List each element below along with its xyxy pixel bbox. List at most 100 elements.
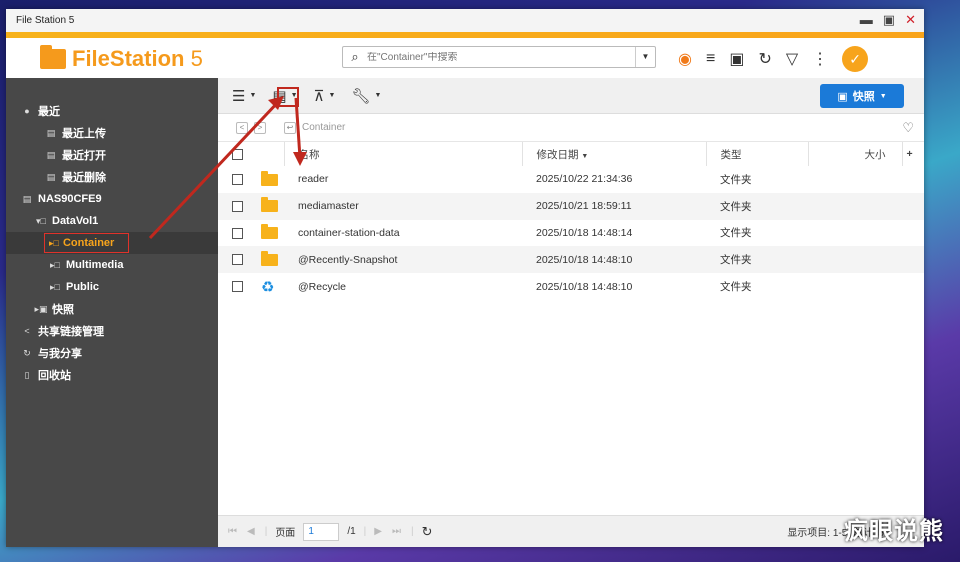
- camera-icon: ▣: [837, 90, 848, 103]
- list-view-icon: ☰: [232, 87, 246, 105]
- column-modified-header[interactable]: 修改日期 ▼: [521, 142, 706, 166]
- file-name[interactable]: @Recently-Snapshot: [284, 246, 522, 273]
- filter-icon[interactable]: ▽: [786, 49, 798, 69]
- refresh-icon[interactable]: ↻: [758, 49, 771, 69]
- table-row[interactable]: container-station-data 2025/10/18 14:48:1…: [218, 220, 924, 247]
- folder-icon: [261, 197, 278, 213]
- close-button[interactable]: ✕: [905, 12, 916, 28]
- parent-folder-button[interactable]: ↩: [284, 121, 296, 134]
- row-checkbox[interactable]: [232, 174, 243, 185]
- file-size: [808, 220, 902, 247]
- folder-icon: [261, 170, 278, 186]
- snapshot-button[interactable]: ▣ 快照 ▼: [820, 84, 904, 108]
- row-select-cell: [218, 193, 284, 220]
- tools-button[interactable]: 🔧︎ ▼: [351, 87, 381, 105]
- refresh-icon[interactable]: ↻: [422, 524, 433, 540]
- sidebar-item-recycle-bin[interactable]: ▯ 回收站: [6, 364, 218, 386]
- search-dropdown-button[interactable]: ▼: [635, 47, 655, 67]
- row-checkbox[interactable]: [232, 281, 243, 293]
- search-box[interactable]: ⌕ ▼: [342, 46, 656, 68]
- table-header-row: 名称 修改日期 ▼ 类型 大小 +: [218, 142, 924, 166]
- sidebar: ● 最近 ▤ 最近上传 ▤ 最近打开 ▤ 最近删除 ▤ NAS90CFE9 ▾□ DataV…: [6, 78, 218, 547]
- view-mode-button[interactable]: ☰ ▼: [232, 87, 256, 105]
- forward-button[interactable]: >: [254, 121, 266, 134]
- remote-mount-icon[interactable]: ▣: [729, 49, 744, 69]
- sidebar-item-shared-with-me[interactable]: ↻ 与我分享: [6, 342, 218, 364]
- sidebar-item-share-links[interactable]: < 共享链接管理: [6, 320, 218, 342]
- sidebar-item-public[interactable]: ▸□ Public: [6, 276, 218, 298]
- table-row[interactable]: reader 2025/10/22 21:34:36 文件夹: [218, 166, 924, 193]
- file-name[interactable]: @Recycle: [284, 273, 522, 300]
- file-name[interactable]: mediamaster: [284, 193, 522, 220]
- prev-page-button[interactable]: ◀: [247, 526, 257, 537]
- sidebar-item-recent-open[interactable]: ▤ 最近打开: [6, 144, 218, 166]
- select-all-header: [218, 142, 284, 166]
- breadcrumb[interactable]: Container: [302, 122, 345, 133]
- sidebar-item-snapshot[interactable]: ▸▣ 快照: [6, 298, 218, 320]
- back-button[interactable]: <: [236, 121, 248, 134]
- chevron-down-icon: ▼: [328, 92, 336, 99]
- sidebar-item-container[interactable]: ▸□ Container: [6, 232, 218, 254]
- first-page-button[interactable]: ⏮: [228, 526, 239, 537]
- path-bar: < > ↩ Container ♡: [218, 114, 924, 142]
- list-icon: ▤: [46, 127, 56, 138]
- sidebar-item-multimedia[interactable]: ▸□ Multimedia: [6, 254, 218, 276]
- file-name[interactable]: reader: [284, 166, 522, 193]
- file-station-window: File Station 5 ▬ ▣ ✕ FileStation 5 ⌕ ▼ ◉…: [6, 9, 924, 547]
- minimize-button[interactable]: ▬: [860, 12, 873, 28]
- row-checkbox[interactable]: [232, 254, 243, 266]
- column-name-header[interactable]: 名称: [283, 142, 522, 166]
- search-input[interactable]: [367, 51, 635, 63]
- row-checkbox[interactable]: [232, 200, 243, 212]
- storage-icon[interactable]: ≡: [706, 50, 715, 68]
- file-type: 文件夹: [720, 254, 752, 267]
- sidebar-item-recent-upload[interactable]: ▤ 最近上传: [6, 122, 218, 144]
- sidebar-item-datavol[interactable]: ▾□ DataVol1: [6, 210, 218, 232]
- user-avatar[interactable]: ✓: [842, 46, 869, 72]
- new-folder-button[interactable]: ▤ ▼: [272, 87, 297, 105]
- upload-button[interactable]: ⊼ ▼: [314, 87, 336, 105]
- row-select-cell: [218, 246, 284, 273]
- toolbar: ☰ ▼ ▤ ▼ ⊼ ▼ 🔧︎ ▼ ▣ 快照 ▼: [218, 78, 924, 114]
- maximize-button[interactable]: ▣: [883, 12, 895, 28]
- sidebar-item-nas[interactable]: ▤ NAS90CFE9: [6, 188, 218, 210]
- modified-date: 2025/10/22 21:34:36: [536, 173, 633, 186]
- more-icon[interactable]: ⋮: [812, 49, 828, 69]
- row-checkbox[interactable]: [232, 227, 243, 239]
- favorite-icon[interactable]: ♡: [902, 120, 914, 136]
- add-column-button[interactable]: +: [901, 142, 924, 166]
- modified-date: 2025/10/18 14:48:14: [536, 226, 633, 239]
- add-folder-icon: ▤: [272, 87, 287, 105]
- modified-date: 2025/10/21 18:59:11: [536, 200, 632, 213]
- server-icon: ▤: [22, 193, 32, 204]
- table-row[interactable]: ♻ @Recycle 2025/10/18 14:48:10 文件夹: [218, 273, 924, 300]
- table-row[interactable]: @Recently-Snapshot 2025/10/18 14:48:10 文件夹: [218, 246, 924, 274]
- snapshot-icon: ▸▣: [34, 303, 48, 314]
- wrench-icon: 🔧︎: [351, 87, 371, 105]
- sort-desc-icon: ▼: [581, 152, 589, 160]
- share-icon: <: [24, 326, 30, 336]
- modified-date: 2025/10/18 14:48:10: [536, 253, 633, 266]
- sidebar-item-recent-delete[interactable]: ▤ 最近删除: [6, 166, 218, 188]
- next-page-button[interactable]: ▶: [374, 526, 384, 537]
- search-icon: ⌕: [351, 49, 359, 64]
- sidebar-item-recent[interactable]: ● 最近: [6, 100, 218, 122]
- modified-date: 2025/10/18 14:48:10: [536, 280, 633, 293]
- window-title: File Station 5: [16, 15, 75, 26]
- table-row[interactable]: mediamaster 2025/10/21 18:59:11 文件夹: [218, 192, 924, 220]
- select-all-checkbox[interactable]: [232, 148, 243, 160]
- clock-icon: ●: [24, 106, 30, 116]
- file-name[interactable]: container-station-data: [284, 220, 522, 247]
- page-label: 页面: [275, 528, 296, 539]
- file-size: [808, 246, 902, 273]
- row-select-cell: ♻: [218, 273, 284, 300]
- folder-icon: [261, 250, 278, 266]
- main-panel: ☰ ▼ ▤ ▼ ⊼ ▼ 🔧︎ ▼ ▣ 快照 ▼ < > ↩ Container ♡ 名称 修…: [218, 78, 924, 547]
- last-page-button[interactable]: ⏭: [392, 526, 403, 537]
- column-size-header[interactable]: 大小: [807, 142, 902, 166]
- disk-icon: ▾□: [36, 215, 46, 226]
- column-type-header[interactable]: 类型: [705, 142, 808, 166]
- app-logo: FileStation 5: [40, 45, 203, 72]
- background-tasks-icon[interactable]: ◉: [678, 49, 692, 69]
- page-input[interactable]: 1: [303, 522, 340, 541]
